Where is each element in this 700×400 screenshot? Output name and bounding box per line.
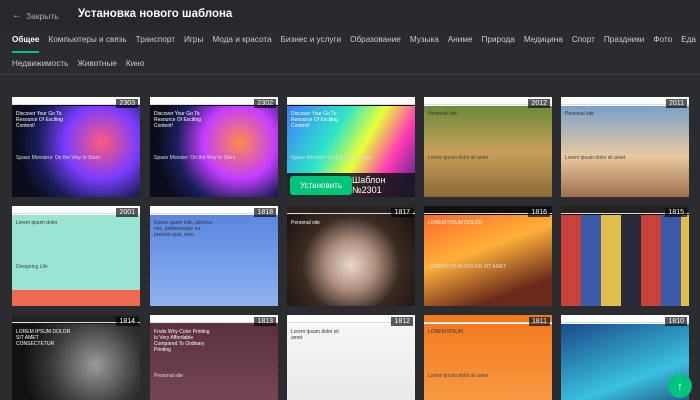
category-tabs: Общее Компьютеры и связь Транспорт Игры Мода… [12,35,696,83]
template-number-badge: 2302 [254,99,276,108]
template-number-badge: 1818 [254,208,276,217]
thumbnail-subcaption: LOREM IPSUM DOLOR SIT AMET [428,264,507,270]
template-card[interactable]: Lorem ipsum dolor Designing Life 2001 [12,206,140,306]
tab-category[interactable]: Медицина [524,35,563,49]
template-card[interactable]: LOREM IPSUM DOLOR SIT AMET CONSECTETUR 18… [12,315,140,400]
template-number-badge: 1817 [391,208,413,217]
thumbnail-caption: Personal site [428,111,457,117]
template-card[interactable]: Personal site 1817 [287,206,415,306]
thumbnail-caption: Discover Your Go To Resource Of Exciting… [16,111,63,129]
thumbnail-header [287,97,415,105]
divider [0,74,700,75]
tab-category[interactable]: Образование [350,35,401,49]
tab-category[interactable]: Транспорт [136,35,175,49]
tab-category[interactable]: Природа [482,35,515,49]
template-thumbnail [561,106,689,197]
template-number-badge: 1813 [254,317,276,326]
template-thumbnail [424,106,552,197]
template-card[interactable]: Fruits Why Color Printing Is Very Afford… [150,315,278,400]
template-grid: Discover Your Go To Resource Of Exciting… [12,97,690,400]
thumbnail-subcaption: Space Monster: On the Way to Stars [154,155,236,161]
template-thumbnail [287,215,415,306]
template-number-badge: 1810 [665,317,687,326]
tab-category[interactable]: Аниме [448,35,473,49]
thumbnail-caption: Lorem ipsum dolor [16,220,58,226]
tab-category[interactable]: Мода и красота [212,35,271,49]
top-bar: ← Закрыть Установка нового шаблона [0,0,700,32]
tab-category[interactable]: Фото [653,35,672,49]
arrow-left-icon: ← [12,10,22,21]
template-number-badge: 2001 [116,208,138,217]
template-number-badge: 1814 [116,317,138,326]
template-card[interactable]: Lorem ipsum dolor sit amet 1812 [287,315,415,400]
tab-category[interactable]: Спорт [572,35,595,49]
category-row-1: Общее Компьютеры и связь Транспорт Игры Мода… [12,35,696,53]
thumbnail-caption: Donec quam felis, ultricies nec, pellent… [154,220,213,238]
close-label: Закрыть [26,10,59,21]
template-number-badge: 2303 [116,99,138,108]
template-card[interactable]: Personal site Lorem ipsum dolor sit amet 2… [424,97,552,197]
tab-category[interactable]: Игры [184,35,203,49]
template-number-badge: 1816 [528,208,550,217]
template-card[interactable]: Discover Your Go To Resource Of Exciting… [287,97,415,197]
thumbnail-subcaption: Designing Life [16,264,48,270]
scroll-top-button[interactable]: ↑ [668,374,692,398]
template-card[interactable]: Discover Your Go To Resource Of Exciting… [150,97,278,197]
thumbnail-subcaption: Lorem ipsum dolor sit amet [428,155,489,161]
template-number-badge: 1815 [665,208,687,217]
template-number-badge: 1811 [528,317,550,326]
thumbnail-caption: LOREM IPSUM DOLOR SIT AMET CONSECTETUR [16,329,71,347]
thumbnail-subcaption: Lorem ipsum dolor sit amet [428,373,489,379]
tab-category[interactable]: Праздники [604,35,645,49]
close-button[interactable]: ← Закрыть [12,10,59,21]
template-card[interactable]: Discover Your Go To Resource Of Exciting… [12,97,140,197]
template-thumbnail [424,215,552,306]
thumbnail-caption: Personal site [291,220,320,226]
thumbnail-caption: Lorem ipsum dolor sit amet [291,329,339,341]
install-button[interactable]: Установить [290,175,352,195]
thumbnail-subcaption: Lorem ipsum dolor sit amet [565,155,626,161]
tab-category[interactable]: Еда [681,35,696,49]
thumbnail-caption: Personal site [565,111,594,117]
thumbnail-caption: Discover Your Go To Resource Of Exciting… [154,111,201,129]
tab-category[interactable]: Бизнес и услуги [281,35,342,49]
thumbnail-caption: LOREM IPSUM [428,329,464,335]
thumbnail-subcaption: Personal site [154,373,183,379]
template-number-badge: 2012 [528,99,550,108]
template-name: Шаблон №2301 [352,175,386,195]
template-thumbnail [424,324,552,400]
thumbnail-caption: Fruits Why Color Printing Is Very Afford… [154,329,210,353]
tab-category[interactable]: Компьютеры и связь [48,35,126,49]
page-title: Установка нового шаблона [78,8,233,20]
tab-category[interactable]: Животные [77,59,116,73]
thumbnail-subcaption: Space Monster: On the Way to Stars [291,155,373,161]
template-number-badge: 2011 [665,99,687,108]
template-hover-overlay: Установить Шаблон №2301 [287,173,415,197]
tab-category[interactable]: Недвижимость [12,59,68,73]
thumbnail-caption: LOREM IPSUM DOLOR [428,220,483,226]
template-card[interactable]: 1815 [561,206,689,306]
tab-category[interactable]: Музыка [410,35,439,49]
template-card[interactable]: Personal site Lorem ipsum dolor sit amet 2… [561,97,689,197]
arrow-up-icon: ↑ [677,379,683,393]
template-thumbnail [561,215,689,306]
template-card[interactable]: LOREM IPSUM Lorem ipsum dolor sit amet 181… [424,315,552,400]
category-row-2: Недвижимость Животные Кино [12,59,692,73]
thumbnail-subcaption: Space Monsters: On the Way to Stars [16,155,100,161]
tab-category[interactable]: Кино [126,59,144,73]
tab-category[interactable]: Общее [12,35,40,53]
template-card[interactable]: LOREM IPSUM DOLOR LOREM IPSUM DOLOR SIT A… [424,206,552,306]
template-number-badge: 1812 [391,317,413,326]
thumbnail-footer-band [12,290,140,306]
thumbnail-caption: Discover Your Go To Resource Of Exciting… [291,111,338,129]
template-card[interactable]: Donec quam felis, ultricies nec, pellent… [150,206,278,306]
